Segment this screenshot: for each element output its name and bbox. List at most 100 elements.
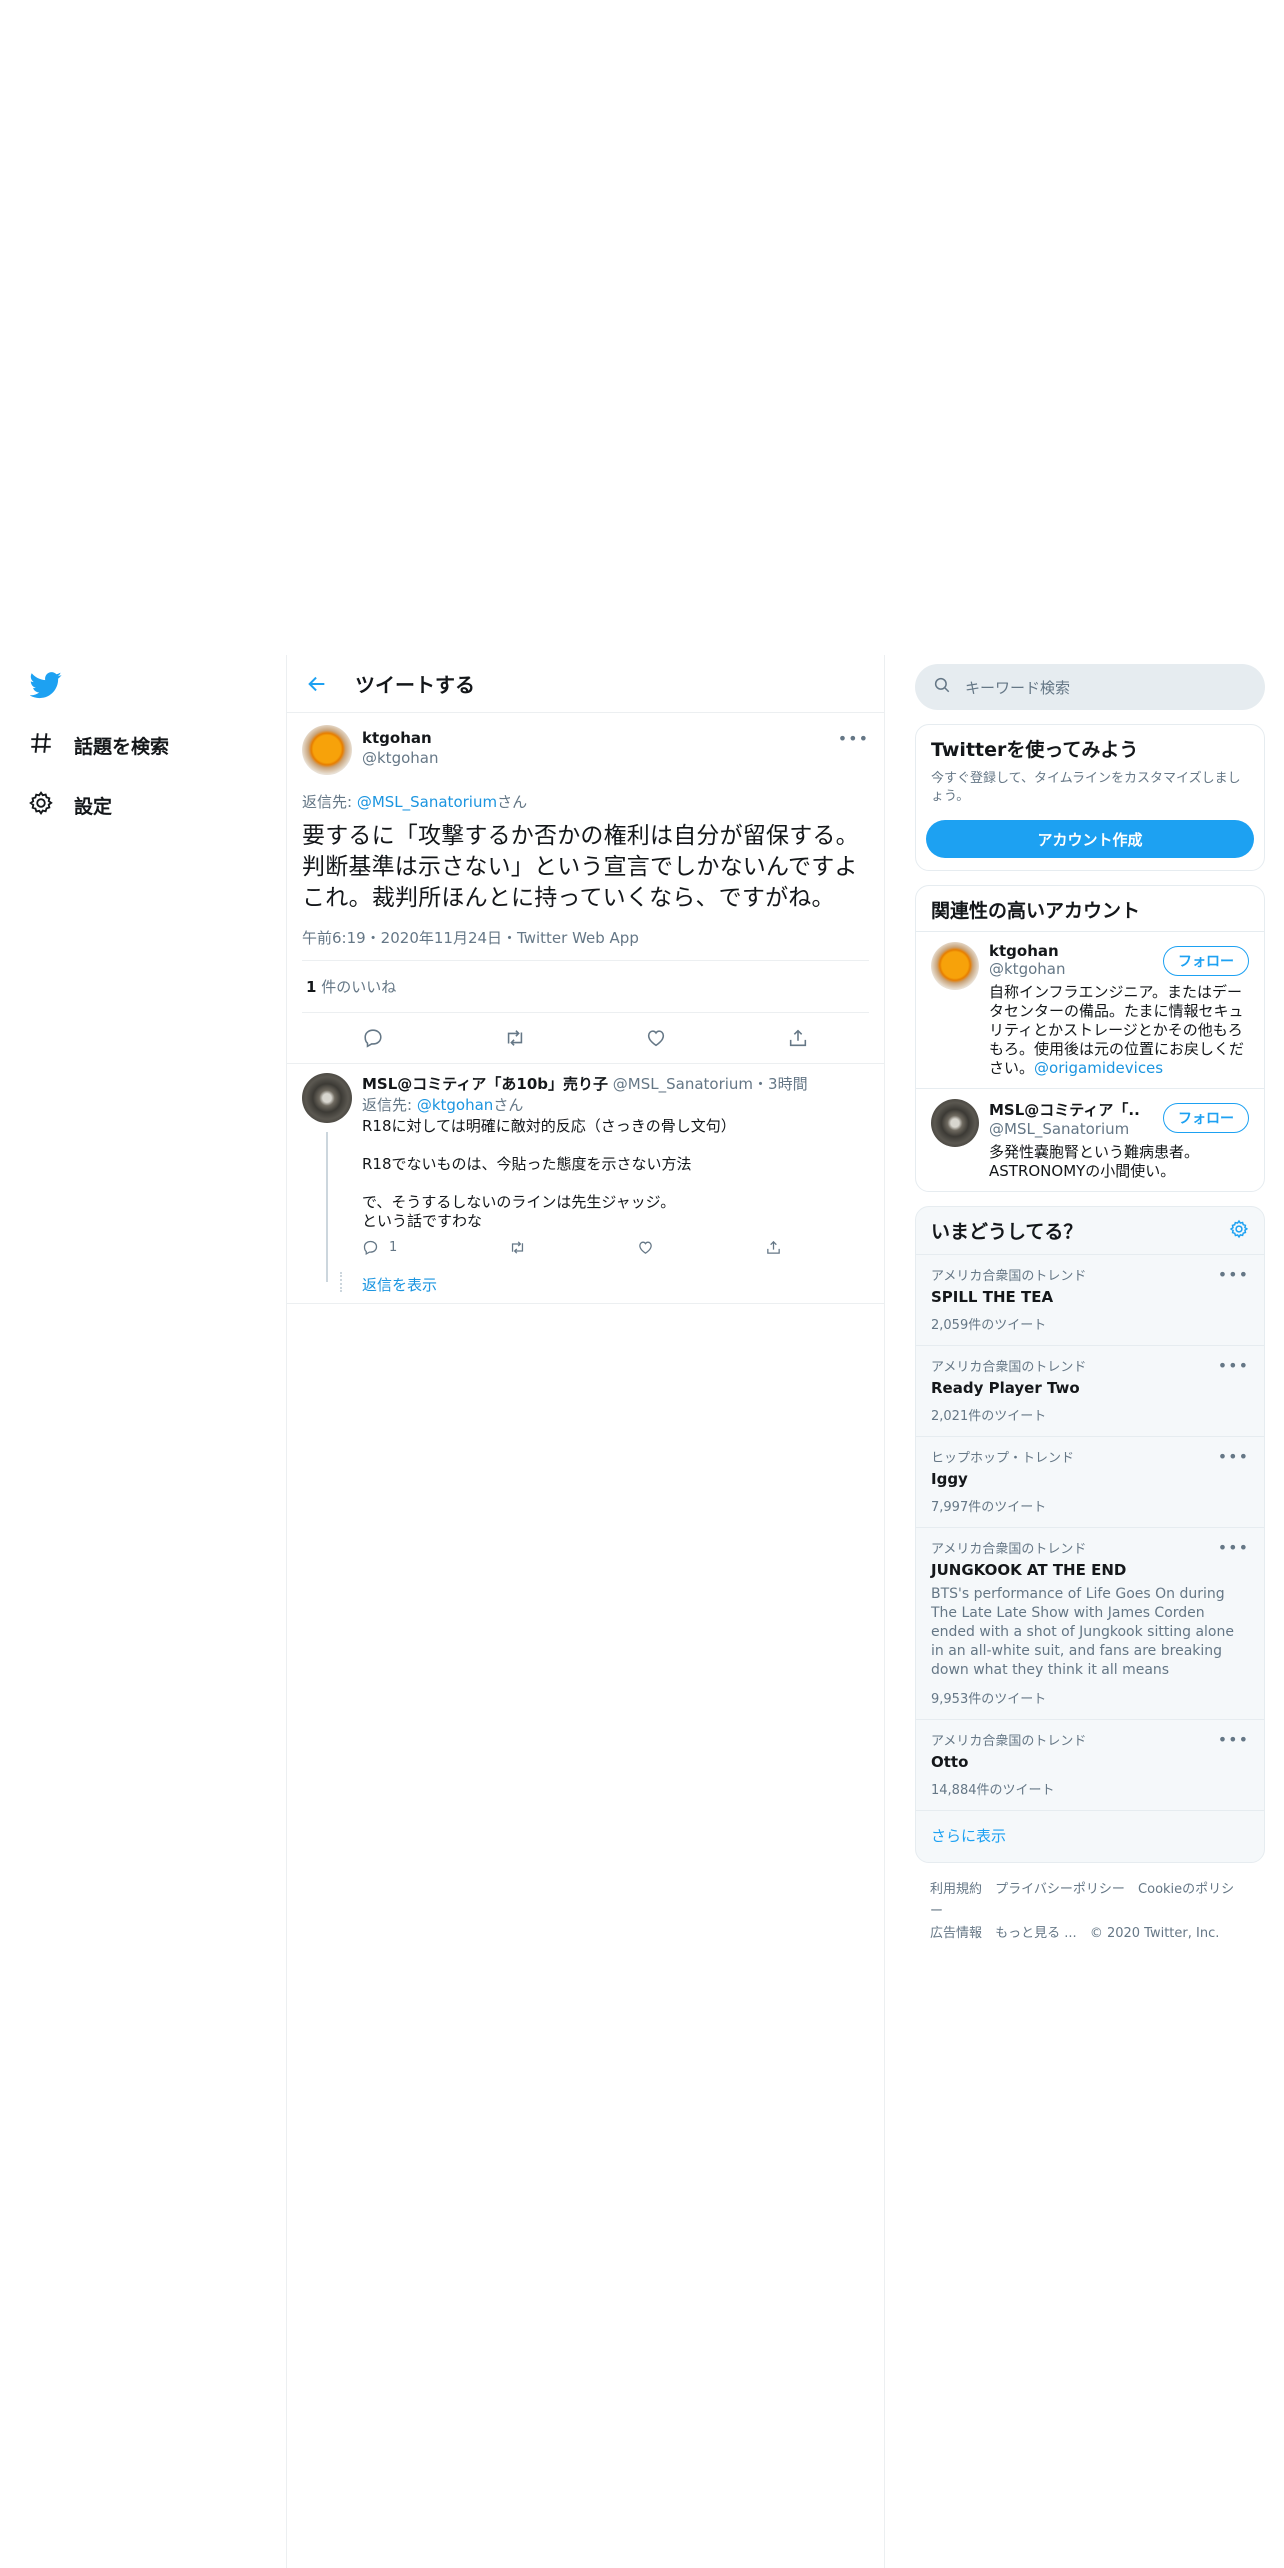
footer: 利用規約 プライバシーポリシー Cookieのポリシー 広告情報 もっと見る .…: [915, 1863, 1265, 1961]
trend-name: Iggy: [931, 1470, 968, 1488]
trend-name: Ready Player Two: [931, 1379, 1080, 1397]
trend-context: アメリカ合衆国のトレンド: [931, 1542, 1087, 1557]
reply-line: という話ですわな: [362, 1212, 483, 1230]
reply-button[interactable]: 1: [362, 1239, 397, 1256]
trend-count: 2,059件のツイート: [931, 1318, 1047, 1333]
signup-card: Twitterを使ってみよう 今すぐ登録して、タイムラインをカスタマイズしましょ…: [915, 724, 1265, 871]
show-more-link[interactable]: さらに表示: [916, 1810, 1264, 1862]
thread-dots: [340, 1272, 344, 1292]
tweet-meta[interactable]: 午前6:19・2020年11月24日・Twitter Web App: [302, 927, 869, 961]
reply-author-name[interactable]: MSL@コミティア「あ10b」売り子: [362, 1075, 608, 1093]
reply-line: R18でないものは、今貼った態度を示さない方法: [362, 1155, 692, 1173]
avatar[interactable]: [302, 725, 352, 775]
reply-header: MSL@コミティア「あ10b」売り子 @MSL_Sanatorium・3時間: [362, 1073, 869, 1094]
signup-title: Twitterを使ってみよう: [931, 739, 1139, 761]
trends-title: いまどうしてる？: [931, 1221, 1083, 1243]
trend-context: ヒップホップ・トレンド: [931, 1451, 1075, 1466]
trend-name: JUNGKOOK AT THE END: [931, 1561, 1127, 1579]
avatar[interactable]: [302, 1073, 352, 1123]
more-options-icon[interactable]: •••: [1218, 1730, 1249, 1749]
gear-icon: [28, 790, 54, 820]
trend-context: アメリカ合衆国のトレンド: [931, 1360, 1087, 1375]
column-divider: [884, 655, 885, 2568]
trend-count: 14,884件のツイート: [931, 1783, 1055, 1798]
trend-context: アメリカ合衆国のトレンド: [931, 1734, 1087, 1749]
reply-line: [362, 1136, 869, 1155]
footer-copyright: © 2020 Twitter, Inc.: [1089, 1926, 1220, 1941]
reply-time[interactable]: ・3時間: [753, 1075, 808, 1093]
account-bio-link[interactable]: @origamidevices: [1034, 1059, 1163, 1077]
tweet-author[interactable]: ktgohan @ktgohan: [362, 725, 438, 767]
more-options-icon[interactable]: •••: [1218, 1538, 1249, 1557]
share-icon[interactable]: [765, 1239, 782, 1256]
share-icon[interactable]: [783, 1023, 813, 1053]
signup-subtitle: 今すぐ登録して、タイムラインをカスタマイズしましょう。: [931, 771, 1241, 804]
reply-count: 1: [389, 1240, 398, 1255]
create-account-button[interactable]: アカウント作成: [926, 820, 1254, 858]
trend-item[interactable]: アメリカ合衆国のトレンド Otto 14,884件のツイート •••: [916, 1719, 1264, 1810]
account-item[interactable]: ktgohan @ktgohan 自称インフラエンジニア。またはデータセンターの…: [916, 931, 1264, 1088]
likes-count[interactable]: 1 件のいいね: [302, 961, 869, 1013]
retweet-icon[interactable]: [508, 1239, 527, 1256]
likes-number: 1: [306, 978, 317, 996]
more-options-icon[interactable]: •••: [1218, 1356, 1249, 1375]
back-arrow-icon[interactable]: [299, 666, 335, 702]
search-bar[interactable]: キーワード検索: [915, 664, 1265, 710]
footer-link-privacy[interactable]: プライバシーポリシー: [995, 1882, 1125, 1897]
reply-line: [362, 1174, 869, 1193]
nav-settings-label: 設定: [74, 795, 113, 818]
tweet-header: ktgohan @ktgohan •••: [302, 725, 869, 781]
reply-line: で、そうするしないのラインは先生ジャッジ。: [362, 1193, 676, 1211]
twitter-logo-icon[interactable]: [29, 669, 62, 701]
account-name[interactable]: ktgohan: [989, 942, 1139, 960]
more-options-icon[interactable]: •••: [1218, 1265, 1249, 1284]
reply-to-prefix: 返信先:: [302, 793, 357, 811]
reply-line: R18に対しては明確に敵対的反応（さっきの骨し文句）: [362, 1117, 736, 1135]
show-replies-link[interactable]: 返信を表示: [302, 1256, 869, 1303]
trend-item[interactable]: ヒップホップ・トレンド Iggy 7,997件のツイート •••: [916, 1436, 1264, 1527]
reply-text: R18に対しては明確に敵対的反応（さっきの骨し文句） R18でないものは、今貼っ…: [362, 1117, 869, 1231]
footer-link-ads[interactable]: 広告情報: [930, 1926, 982, 1941]
reply-to-link[interactable]: @MSL_Sanatorium: [357, 793, 497, 811]
like-icon[interactable]: [641, 1023, 671, 1053]
trend-count: 2,021件のツイート: [931, 1409, 1047, 1424]
account-bio: 多発性嚢胞腎という難病患者。ASTRONOMYの小間使い。: [989, 1143, 1200, 1180]
gear-icon[interactable]: [1229, 1219, 1249, 1243]
reply-to-line: 返信先: @ktgohanさん: [362, 1096, 869, 1115]
search-input[interactable]: キーワード検索: [965, 677, 1070, 698]
reply-icon: [363, 1240, 378, 1255]
tweet-text: 要するに「攻撃するか否かの権利は自分が留保する。判断基準は示さない」という宣言で…: [302, 823, 859, 911]
trend-item[interactable]: アメリカ合衆国のトレンド SPILL THE TEA 2,059件のツイート •…: [916, 1254, 1264, 1345]
reply-to-prefix: 返信先:: [362, 1096, 417, 1114]
reply-icon[interactable]: [358, 1023, 388, 1053]
retweet-icon[interactable]: [500, 1023, 530, 1053]
follow-button[interactable]: フォロー: [1163, 946, 1249, 976]
reply-to-link[interactable]: @ktgohan: [417, 1096, 493, 1114]
account-name[interactable]: MSL@コミティア「...: [989, 1099, 1139, 1120]
nav-settings[interactable]: 設定: [28, 785, 112, 825]
trend-item[interactable]: アメリカ合衆国のトレンド JUNGKOOK AT THE END BTS's p…: [916, 1527, 1264, 1719]
reply-author-handle[interactable]: @MSL_Sanatorium: [613, 1075, 753, 1093]
like-icon[interactable]: [637, 1239, 654, 1256]
trend-count: 9,953件のツイート: [931, 1692, 1047, 1707]
reply-tweet[interactable]: MSL@コミティア「あ10b」売り子 @MSL_Sanatorium・3時間 返…: [287, 1064, 884, 1304]
nav-explore[interactable]: 話題を検索: [28, 725, 169, 765]
avatar[interactable]: [931, 942, 979, 990]
trend-count: 7,997件のツイート: [931, 1500, 1047, 1515]
reply-to-line: 返信先: @MSL_Sanatoriumさん: [302, 791, 869, 812]
avatar[interactable]: [931, 1099, 979, 1147]
trend-name: SPILL THE TEA: [931, 1288, 1054, 1306]
main-header: ツイートする: [287, 655, 884, 713]
footer-link-terms[interactable]: 利用規約: [930, 1882, 982, 1897]
account-bio: 自称インフラエンジニア。またはデータセンターの備品。たまに情報セキュリティとかス…: [989, 983, 1249, 1078]
hashtag-icon: [28, 730, 54, 760]
footer-link-more[interactable]: もっと見る ...: [995, 1926, 1077, 1941]
trend-item[interactable]: アメリカ合衆国のトレンド Ready Player Two 2,021件のツイー…: [916, 1345, 1264, 1436]
more-options-icon[interactable]: •••: [838, 729, 869, 748]
account-item[interactable]: MSL@コミティア「... @MSL_Sanatorium 多発性嚢胞腎という難…: [916, 1088, 1264, 1191]
follow-button[interactable]: フォロー: [1163, 1103, 1249, 1133]
more-options-icon[interactable]: •••: [1218, 1447, 1249, 1466]
focused-tweet: ktgohan @ktgohan ••• 返信先: @MSL_Sanatoriu…: [287, 713, 884, 1064]
trend-name: Otto: [931, 1753, 969, 1771]
trends-card: いまどうしてる？ アメリカ合衆国のトレンド SPILL THE TEA 2,05…: [915, 1206, 1265, 1863]
